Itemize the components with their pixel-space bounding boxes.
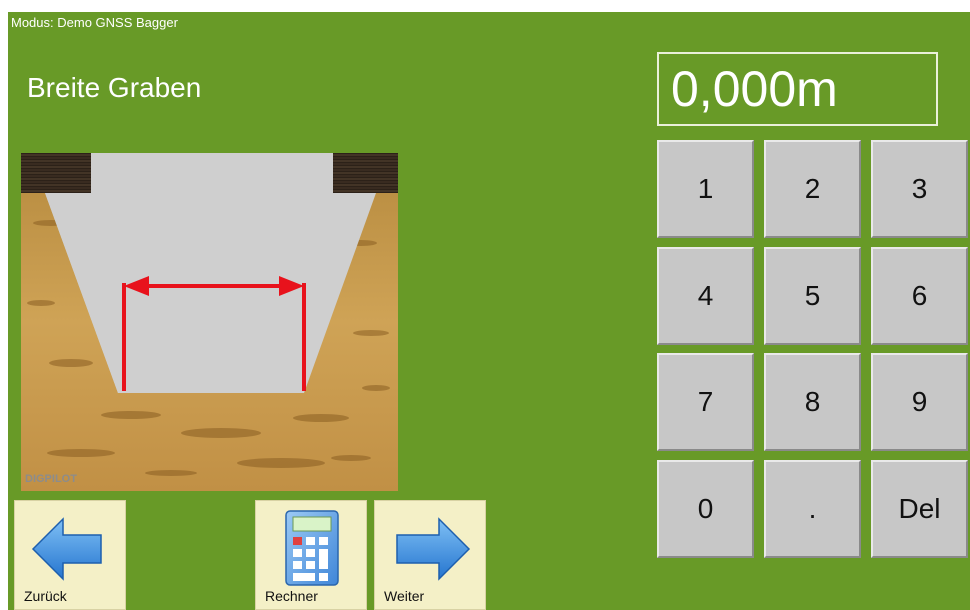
back-button[interactable]: Zurück [14, 500, 126, 610]
topsoil-left [21, 153, 91, 193]
key-3[interactable]: 3 [871, 140, 968, 238]
digpilot-watermark: DIGPILOT [25, 473, 77, 485]
topsoil-right [333, 153, 398, 193]
key-9[interactable]: 9 [871, 353, 968, 451]
key-4[interactable]: 4 [657, 247, 754, 345]
page-title: Breite Graben [27, 72, 202, 103]
key-7[interactable]: 7 [657, 353, 754, 451]
value-display[interactable]: 0,000m [657, 52, 938, 126]
calculator-label: Rechner [265, 588, 318, 604]
back-label: Zurück [24, 588, 67, 604]
mode-label: Modus: Demo GNSS Bagger [11, 15, 178, 30]
key-6[interactable]: 6 [871, 247, 968, 345]
key-8[interactable]: 8 [764, 353, 861, 451]
key-2[interactable]: 2 [764, 140, 861, 238]
key-1[interactable]: 1 [657, 140, 754, 238]
key-decimal[interactable]: . [764, 460, 861, 558]
trench-diagram [21, 153, 398, 491]
next-button[interactable]: Weiter [374, 500, 486, 610]
trench-illustration: DIGPILOT [21, 153, 398, 491]
calculator-button[interactable]: Rechner [255, 500, 367, 610]
key-5[interactable]: 5 [764, 247, 861, 345]
key-delete[interactable]: Del [871, 460, 968, 558]
main-screen: Modus: Demo GNSS Bagger Breite Graben 0,… [8, 12, 970, 610]
next-label: Weiter [384, 588, 425, 604]
key-0[interactable]: 0 [657, 460, 754, 558]
